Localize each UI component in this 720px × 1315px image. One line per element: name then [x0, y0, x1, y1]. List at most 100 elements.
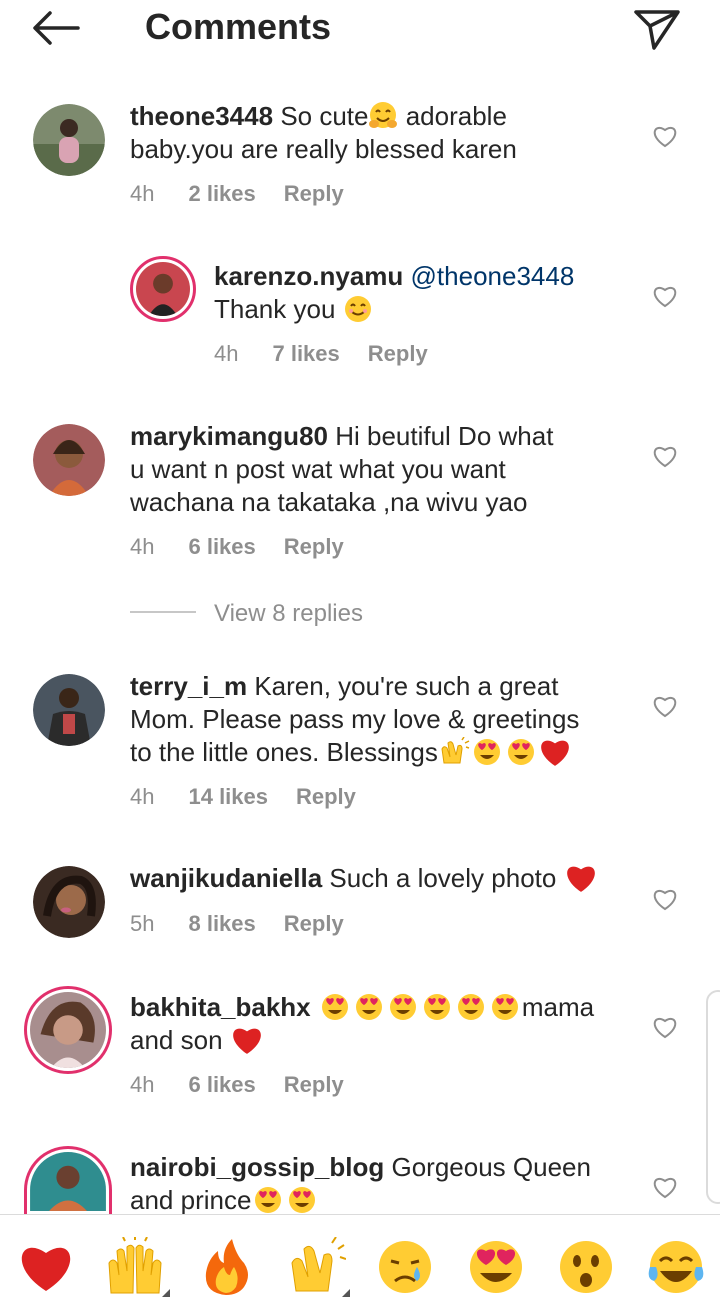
heart-eyes-emoji	[491, 994, 518, 1020]
comment-body-cont: adorable	[398, 101, 507, 131]
comment-username[interactable]: bakhita_bakhx	[130, 992, 311, 1022]
comment-body-line2: and son	[130, 1025, 223, 1055]
like-heart-icon[interactable]	[652, 1175, 678, 1199]
heart-eyes-emoji	[457, 994, 484, 1020]
comment-text: theone3448 So cute adorable baby.you are…	[130, 100, 630, 166]
comment-meta: 4h 6 likes Reply	[130, 534, 372, 560]
tears-of-joy-icon[interactable]	[646, 1237, 706, 1297]
comment-text: terry_i_m Karen, you're such a great Mom…	[130, 670, 640, 769]
comment-meta: 4h 7 likes Reply	[214, 341, 456, 367]
like-count[interactable]: 6 likes	[188, 1072, 255, 1097]
avatar[interactable]	[24, 986, 112, 1074]
like-heart-icon[interactable]	[652, 124, 678, 148]
heart-eyes-emoji	[507, 739, 534, 765]
like-heart-icon[interactable]	[652, 887, 678, 911]
avatar[interactable]	[24, 1146, 112, 1214]
red-heart-emoji	[232, 1028, 261, 1054]
like-count[interactable]: 8 likes	[188, 911, 255, 936]
fire-icon[interactable]	[196, 1237, 256, 1297]
comment-body: Thank you	[214, 294, 336, 324]
emoji-run	[318, 992, 522, 1022]
like-count[interactable]: 2 likes	[188, 181, 255, 206]
comment-body: Such a lovely photo	[329, 863, 557, 893]
heart-eyes-emoji	[423, 994, 450, 1020]
heart-eyes-emoji	[473, 739, 500, 765]
reply-button[interactable]: Reply	[284, 1072, 344, 1097]
comment-body: Hi beutiful Do what	[335, 421, 554, 451]
comment-time: 4h	[130, 784, 155, 809]
comment-time: 4h	[130, 181, 155, 206]
avatar[interactable]	[33, 424, 105, 496]
comment-time: 4h	[130, 1072, 155, 1097]
heart-eyes-emoji	[355, 994, 382, 1020]
comment-body-line2: Mom. Please pass my love & greetings	[130, 704, 580, 734]
heart-eyes-emoji	[255, 1187, 282, 1213]
comment-body: Karen, you're such a great	[254, 671, 559, 701]
like-heart-icon[interactable]	[652, 694, 678, 718]
comment-body-line2: baby.you are really blessed karen	[130, 134, 517, 164]
clapping-hands-emoji	[441, 736, 470, 764]
avatar[interactable]	[33, 866, 105, 938]
comment-body-line2: and prince	[130, 1185, 252, 1214]
comment-meta: 5h 8 likes Reply	[130, 911, 372, 937]
astonished-face-icon[interactable]	[556, 1237, 616, 1297]
like-count[interactable]: 6 likes	[188, 534, 255, 559]
like-count[interactable]: 7 likes	[272, 341, 339, 366]
view-replies-label[interactable]: View 8 replies	[214, 600, 363, 628]
heart-eyes-emoji	[389, 994, 416, 1020]
red-heart-emoji	[566, 866, 595, 892]
reply-button[interactable]: Reply	[368, 341, 428, 366]
comment-meta: 4h 6 likes Reply	[130, 1072, 372, 1098]
comment-body: mama	[521, 992, 595, 1022]
heart-eyes-emoji	[289, 1187, 316, 1213]
like-heart-icon[interactable]	[652, 444, 678, 468]
comment-text: marykimangu80 Hi beutiful Do what u want…	[130, 420, 630, 519]
like-heart-icon[interactable]	[652, 284, 678, 308]
heart-eyes-icon[interactable]	[466, 1237, 526, 1297]
page-title: Comments	[145, 6, 332, 47]
comment-meta: 4h 2 likes Reply	[130, 181, 372, 207]
comment-username[interactable]: wanjikudaniella	[130, 863, 322, 893]
red-heart-emoji	[540, 740, 569, 766]
avatar[interactable]	[33, 674, 105, 746]
comment-body-line3: wachana na takataka ,na wivu yao	[130, 487, 528, 517]
comment-username[interactable]: terry_i_m	[130, 671, 247, 701]
long-press-indicator	[162, 1289, 170, 1297]
heart-eyes-emoji	[321, 994, 348, 1020]
like-count[interactable]: 14 likes	[188, 784, 268, 809]
comment-text: nairobi_gossip_blog Gorgeous Queen and p…	[130, 1151, 650, 1214]
like-heart-icon[interactable]	[652, 1015, 678, 1039]
send-icon[interactable]	[632, 6, 682, 52]
emoji-reaction-bar	[0, 1214, 720, 1315]
top-bar: Comments	[0, 0, 720, 58]
reply-button[interactable]: Reply	[284, 534, 344, 559]
comment-username[interactable]: nairobi_gossip_blog	[130, 1152, 384, 1182]
long-press-indicator	[342, 1289, 350, 1297]
raising-hands-icon[interactable]	[105, 1237, 165, 1297]
comment-body-line3: to the little ones. Blessings	[130, 737, 438, 767]
avatar[interactable]	[33, 104, 105, 176]
clapping-hands-icon[interactable]	[286, 1237, 346, 1297]
red-heart-icon[interactable]	[16, 1237, 76, 1297]
hugging-face-emoji	[369, 102, 398, 128]
reply-button[interactable]: Reply	[296, 784, 356, 809]
crying-face-icon[interactable]	[375, 1237, 435, 1297]
comment-username[interactable]: marykimangu80	[130, 421, 328, 451]
comment-time: 4h	[130, 534, 155, 559]
comment-text: wanjikudaniella Such a lovely photo	[130, 862, 650, 895]
reply-button[interactable]: Reply	[284, 911, 344, 936]
avatar[interactable]	[130, 256, 196, 322]
comment-body: Gorgeous Queen	[391, 1152, 591, 1182]
reply-button[interactable]: Reply	[284, 181, 344, 206]
comment-time: 4h	[214, 341, 239, 366]
replies-divider	[130, 611, 196, 613]
comment-text: karenzo.nyamu @theone3448 Thank you	[214, 260, 634, 326]
back-arrow-icon[interactable]	[30, 8, 82, 48]
comment-body-line2: u want n post wat what you want	[130, 454, 506, 484]
comment-username[interactable]: karenzo.nyamu	[214, 261, 403, 291]
comment-text: bakhita_bakhx mama and son	[130, 991, 630, 1057]
scroll-handle[interactable]	[706, 990, 720, 1204]
comment-body: So cute	[280, 101, 369, 131]
mention-link[interactable]: @theone3448	[411, 261, 575, 291]
comment-username[interactable]: theone3448	[130, 101, 273, 131]
